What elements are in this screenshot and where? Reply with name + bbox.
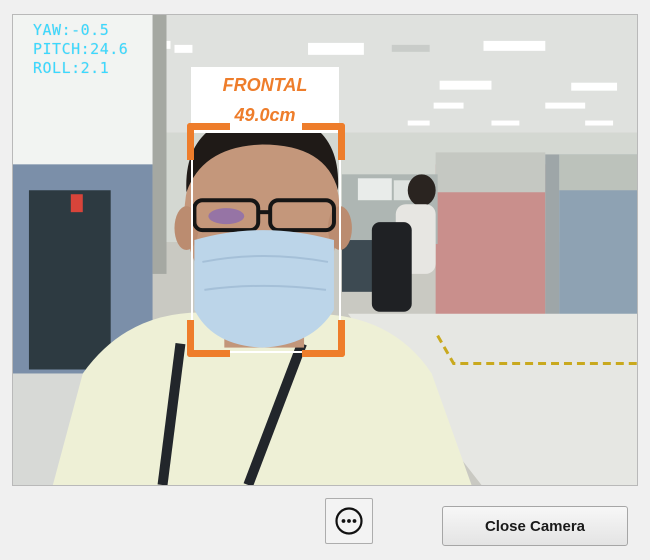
camera-feed: YAW:-0.5 PITCH:24.6 ROLL:2.1 FRONTAL 49.… (12, 14, 638, 486)
corner-top-left (187, 123, 230, 160)
face-bounding-box (187, 123, 345, 357)
yaw-readout: YAW:-0.5 (33, 21, 110, 39)
corner-top-right (302, 123, 345, 160)
more-options-button[interactable] (325, 498, 373, 544)
roll-readout: ROLL:2.1 (33, 59, 110, 77)
corner-bottom-left (187, 320, 230, 357)
more-horizontal-circle-icon (335, 507, 363, 535)
head-pose-readout: YAW:-0.5 PITCH:24.6 ROLL:2.1 (33, 21, 128, 78)
camera-window: YAW:-0.5 PITCH:24.6 ROLL:2.1 FRONTAL 49.… (0, 0, 650, 560)
close-camera-button[interactable]: Close Camera (442, 506, 628, 546)
corner-bottom-right (302, 320, 345, 357)
pitch-readout: PITCH:24.6 (33, 40, 129, 58)
orientation-label: FRONTAL (222, 75, 308, 95)
